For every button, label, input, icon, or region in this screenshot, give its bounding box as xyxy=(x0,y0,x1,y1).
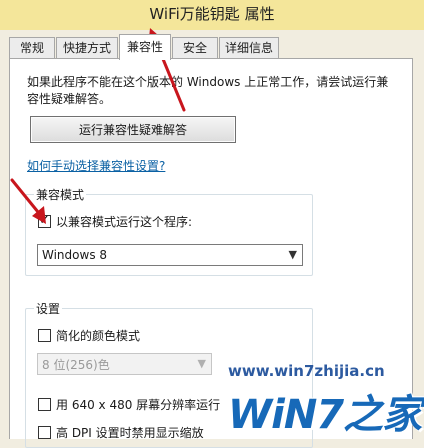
watermark-url: www.win7zhijia.cn xyxy=(228,362,385,380)
os-version-select[interactable]: Windows 8 ▼ xyxy=(37,244,303,266)
tab-compatibility[interactable]: 兼容性 xyxy=(119,34,171,60)
reduced-color-label: 简化的颜色模式 xyxy=(56,329,141,343)
chevron-down-icon: ▼ xyxy=(197,357,206,370)
window-title: WiFi万能钥匙 属性 xyxy=(149,5,275,23)
watermark: www.win7zhijia.cn WiN7之家 xyxy=(228,362,424,439)
compat-mode-checkbox-label: 以兼容模式运行这个程序: xyxy=(56,215,193,229)
reduced-color-checkbox[interactable] xyxy=(38,329,51,342)
tab-details[interactable]: 详细信息 xyxy=(219,37,279,59)
dpi-row[interactable]: 高 DPI 设置时禁用显示缩放 xyxy=(38,424,204,441)
color-depth-select[interactable]: 8 位(256)色 ▼ xyxy=(37,353,212,375)
res-640-checkbox[interactable] xyxy=(38,398,51,411)
res-640-row[interactable]: 用 640 x 480 屏幕分辨率运行 xyxy=(38,396,220,413)
color-depth-value: 8 位(256)色 xyxy=(42,357,110,372)
compat-mode-checkbox-row[interactable]: 以兼容模式运行这个程序: xyxy=(38,213,192,230)
res-640-label: 用 640 x 480 屏幕分辨率运行 xyxy=(56,398,221,412)
chevron-down-icon: ▼ xyxy=(288,248,297,261)
os-version-value: Windows 8 xyxy=(42,248,108,262)
red-arrow-icon xyxy=(10,178,46,224)
tab-general[interactable]: 常规 xyxy=(9,37,55,59)
tab-strip: 常规 快捷方式 兼容性 安全 详细信息 xyxy=(0,34,424,60)
reduced-color-row[interactable]: 简化的颜色模式 xyxy=(38,327,140,344)
settings-group-title: 设置 xyxy=(34,300,63,317)
tab-shortcut[interactable]: 快捷方式 xyxy=(56,37,118,59)
dpi-label: 高 DPI 设置时禁用显示缩放 xyxy=(56,426,204,440)
dpi-checkbox[interactable] xyxy=(38,426,51,439)
title-bar[interactable]: WiFi万能钥匙 属性 xyxy=(0,0,424,30)
run-troubleshooter-button[interactable]: 运行兼容性疑难解答 xyxy=(30,116,236,143)
manual-settings-link[interactable]: 如何手动选择兼容性设置? xyxy=(27,157,165,174)
watermark-logo: WiN7之家 xyxy=(228,392,422,438)
intro-text: 如果此程序不能在这个版本的 Windows 上正常工作，请尝试运行兼容性疑难解答… xyxy=(27,75,389,106)
